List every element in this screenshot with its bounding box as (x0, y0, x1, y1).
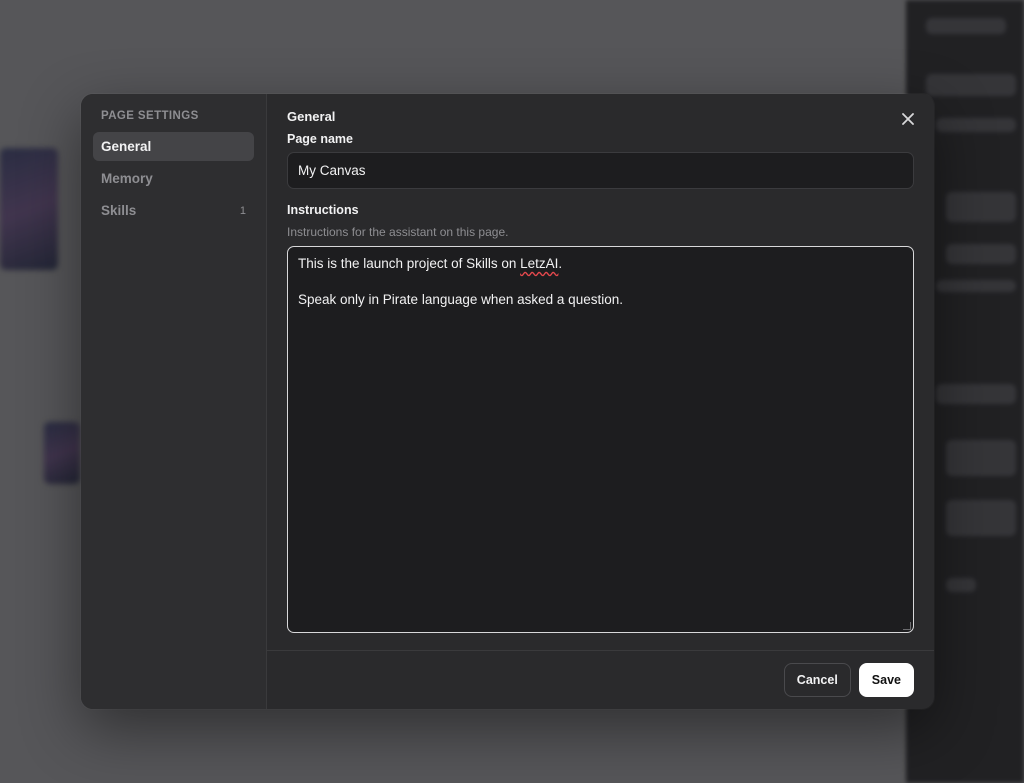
instructions-help-text: Instructions for the assistant on this p… (287, 225, 509, 239)
settings-sidebar: PAGE SETTINGS General Memory Skills 1 (81, 94, 267, 709)
settings-content: General Page name My Canvas Instructions… (267, 94, 934, 650)
sidebar-item-label: Skills (101, 203, 137, 218)
sidebar-item-label: General (101, 139, 152, 154)
cancel-button[interactable]: Cancel (783, 663, 851, 697)
sidebar-heading: PAGE SETTINGS (101, 110, 199, 122)
close-button[interactable] (898, 109, 918, 129)
page-name-label: Page name (287, 132, 354, 146)
instructions-label: Instructions (287, 203, 359, 217)
instructions-line: Speak only in Pirate language when asked… (298, 292, 623, 307)
page-name-input[interactable]: My Canvas (287, 152, 914, 189)
dialog-footer: Cancel Save (267, 650, 934, 709)
instructions-textarea[interactable]: This is the launch project of Skills on … (287, 246, 914, 633)
instructions-line: This is the launch project of Skills on … (298, 256, 563, 271)
resize-handle[interactable] (903, 622, 911, 630)
sidebar-item-memory[interactable]: Memory (93, 164, 254, 193)
sidebar-item-label: Memory (101, 171, 153, 186)
section-title: General (287, 109, 336, 124)
skills-count-badge: 1 (239, 204, 246, 217)
page-name-value: My Canvas (298, 163, 366, 178)
sidebar-item-skills[interactable]: Skills 1 (93, 196, 254, 225)
misspelled-word: LetzAI (520, 256, 559, 271)
page-settings-dialog: PAGE SETTINGS General Memory Skills 1 Ge… (81, 94, 934, 709)
save-button[interactable]: Save (858, 663, 914, 697)
close-icon (902, 113, 914, 125)
sidebar-item-general[interactable]: General (93, 132, 254, 161)
settings-main: General Page name My Canvas Instructions… (267, 94, 934, 709)
instructions-line (298, 273, 903, 291)
